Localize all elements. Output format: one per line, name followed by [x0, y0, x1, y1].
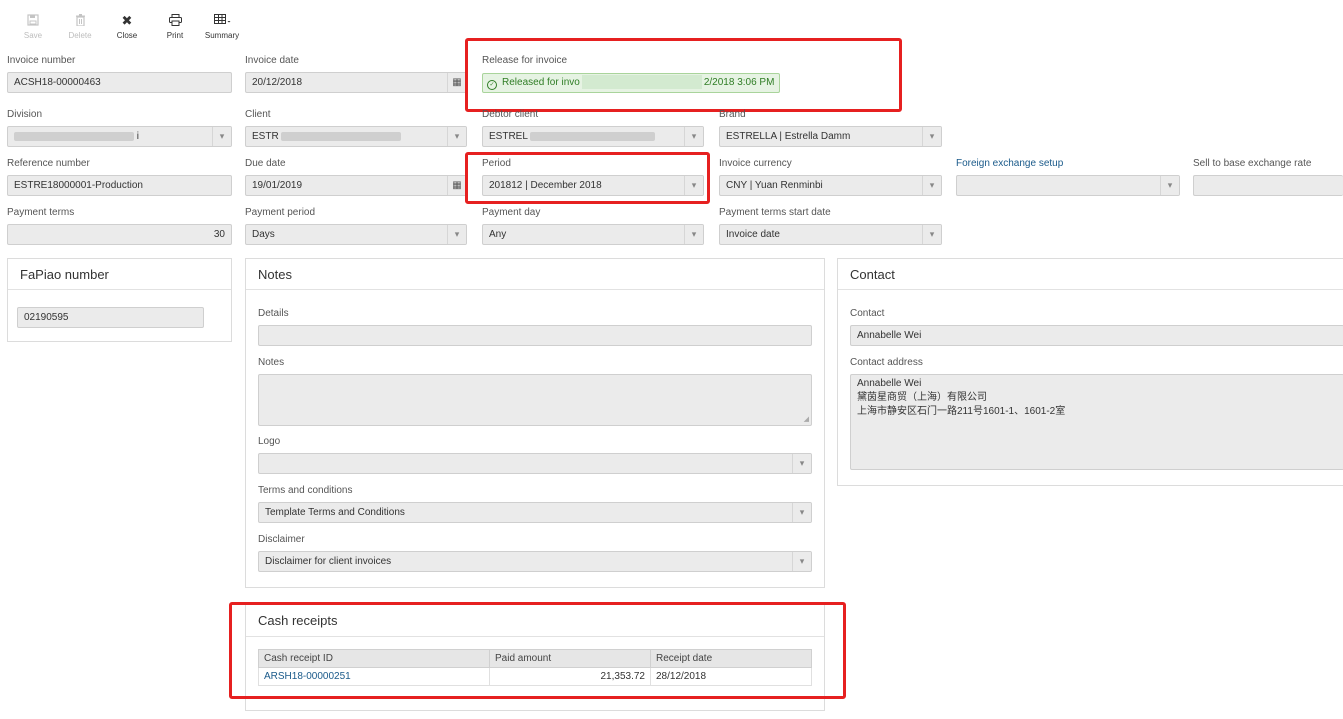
terms-dropdown[interactable]: Template Terms and Conditions — [258, 502, 812, 523]
details-field[interactable] — [258, 325, 812, 346]
payment-terms-field[interactable]: 30 — [7, 224, 232, 245]
panel-divider — [246, 289, 824, 290]
payment-period-dropdown[interactable]: Days — [245, 224, 467, 245]
debtor-client-value: ESTREL — [489, 131, 528, 142]
redacted-block — [14, 131, 134, 141]
client-dropdown[interactable]: ESTR — [245, 126, 467, 147]
invoice-date-value: 20/12/2018 — [252, 77, 303, 88]
payment-terms-start-label: Payment terms start date — [719, 207, 831, 218]
logo-label: Logo — [258, 436, 281, 447]
highlight-box-release — [465, 38, 902, 112]
x-icon: ✖ — [121, 13, 133, 28]
fapiao-number-field[interactable]: 02190595 — [17, 307, 204, 328]
payment-period-label: Payment period — [245, 207, 316, 218]
address-line: 上海市静安区石门一路211号1601-1、1601-2室 — [857, 406, 1066, 417]
invoice-currency-dropdown[interactable]: CNY | Yuan Renminbi — [719, 175, 942, 196]
print-button[interactable]: Print — [154, 14, 196, 40]
disclaimer-label: Disclaimer — [258, 534, 305, 545]
panel-divider — [838, 289, 1343, 290]
foreign-exchange-setup-dropdown[interactable] — [956, 175, 1180, 196]
invoice-currency-label: Invoice currency — [719, 158, 792, 169]
resize-handle-icon[interactable]: ◢ — [804, 416, 809, 423]
sell-to-base-rate-label: Sell to base exchange rate — [1193, 158, 1312, 169]
reference-number-label: Reference number — [7, 158, 90, 169]
fapiao-panel: FaPiao number 02190595 — [7, 258, 232, 342]
sell-to-base-rate-field[interactable] — [1193, 175, 1343, 196]
summary-label: Summary — [204, 31, 240, 40]
invoice-number-label: Invoice number — [7, 55, 76, 66]
payment-day-dropdown[interactable]: Any — [482, 224, 704, 245]
summary-button[interactable]: Summary — [201, 14, 243, 40]
due-date-label: Due date — [245, 158, 286, 169]
invoice-date-label: Invoice date — [245, 55, 299, 66]
notes-label: Notes — [258, 357, 285, 368]
division-value: i — [136, 131, 140, 142]
highlight-box-cash-receipts — [229, 602, 846, 699]
close-button[interactable]: ✖ Close — [106, 13, 148, 41]
panel-divider — [8, 289, 231, 290]
foreign-exchange-setup-link[interactable]: Foreign exchange setup — [956, 158, 1063, 169]
reference-number-field[interactable]: ESTRE18000001-Production — [7, 175, 232, 196]
client-label: Client — [245, 109, 271, 120]
calendar-icon[interactable]: ▦ — [447, 73, 466, 92]
address-line: 黛茵星商贸（上海）有限公司 — [857, 392, 987, 403]
contact-address-label: Contact address — [850, 357, 923, 368]
due-date-value: 19/01/2019 — [252, 180, 303, 191]
brand-label: Brand — [719, 109, 746, 120]
logo-dropdown[interactable] — [258, 453, 812, 474]
debtor-client-dropdown[interactable]: ESTREL — [482, 126, 704, 147]
calendar-icon[interactable]: ▦ — [447, 176, 466, 195]
invoice-number-field[interactable]: ACSH18-00000463 — [7, 72, 232, 93]
trash-icon — [59, 14, 101, 28]
table-icon — [201, 14, 243, 28]
print-label: Print — [166, 31, 184, 40]
close-label: Close — [116, 31, 138, 40]
terms-label: Terms and conditions — [258, 485, 353, 496]
redacted-block — [530, 131, 656, 141]
contact-label: Contact — [850, 308, 885, 319]
contact-address-textarea[interactable]: Annabelle Wei 黛茵星商贸（上海）有限公司 上海市静安区石门一路21… — [850, 374, 1343, 470]
printer-icon — [154, 14, 196, 28]
notes-title: Notes — [258, 267, 292, 282]
due-date-field[interactable]: 19/01/2019 ▦ — [245, 175, 467, 196]
notes-panel: Notes Details Notes ◢ Logo Terms and con… — [245, 258, 825, 588]
invoice-date-field[interactable]: 20/12/2018 ▦ — [245, 72, 467, 93]
address-line: Annabelle Wei — [857, 378, 922, 389]
floppy-disk-icon — [12, 14, 54, 28]
notes-textarea[interactable]: ◢ — [258, 374, 812, 426]
highlight-box-period — [465, 152, 710, 204]
save-label: Save — [23, 31, 43, 40]
redacted-block — [281, 131, 402, 141]
division-dropdown[interactable]: i — [7, 126, 232, 147]
payment-terms-start-dropdown[interactable]: Invoice date — [719, 224, 942, 245]
delete-label: Delete — [68, 31, 92, 40]
contact-title: Contact — [850, 267, 895, 282]
division-label: Division — [7, 109, 43, 120]
disclaimer-dropdown[interactable]: Disclaimer for client invoices — [258, 551, 812, 572]
client-value: ESTR — [252, 131, 279, 142]
delete-button[interactable]: Delete — [59, 14, 101, 40]
details-label: Details — [258, 308, 289, 319]
payment-terms-label: Payment terms — [7, 207, 75, 218]
save-button[interactable]: Save — [12, 14, 54, 40]
contact-field[interactable]: Annabelle Wei — [850, 325, 1343, 346]
contact-panel: Contact Contact Annabelle Wei Contact ad… — [837, 258, 1343, 486]
debtor-client-label: Debtor client — [482, 109, 539, 120]
brand-dropdown[interactable]: ESTRELLA | Estrella Damm — [719, 126, 942, 147]
payment-day-label: Payment day — [482, 207, 541, 218]
fapiao-title: FaPiao number — [20, 267, 109, 282]
